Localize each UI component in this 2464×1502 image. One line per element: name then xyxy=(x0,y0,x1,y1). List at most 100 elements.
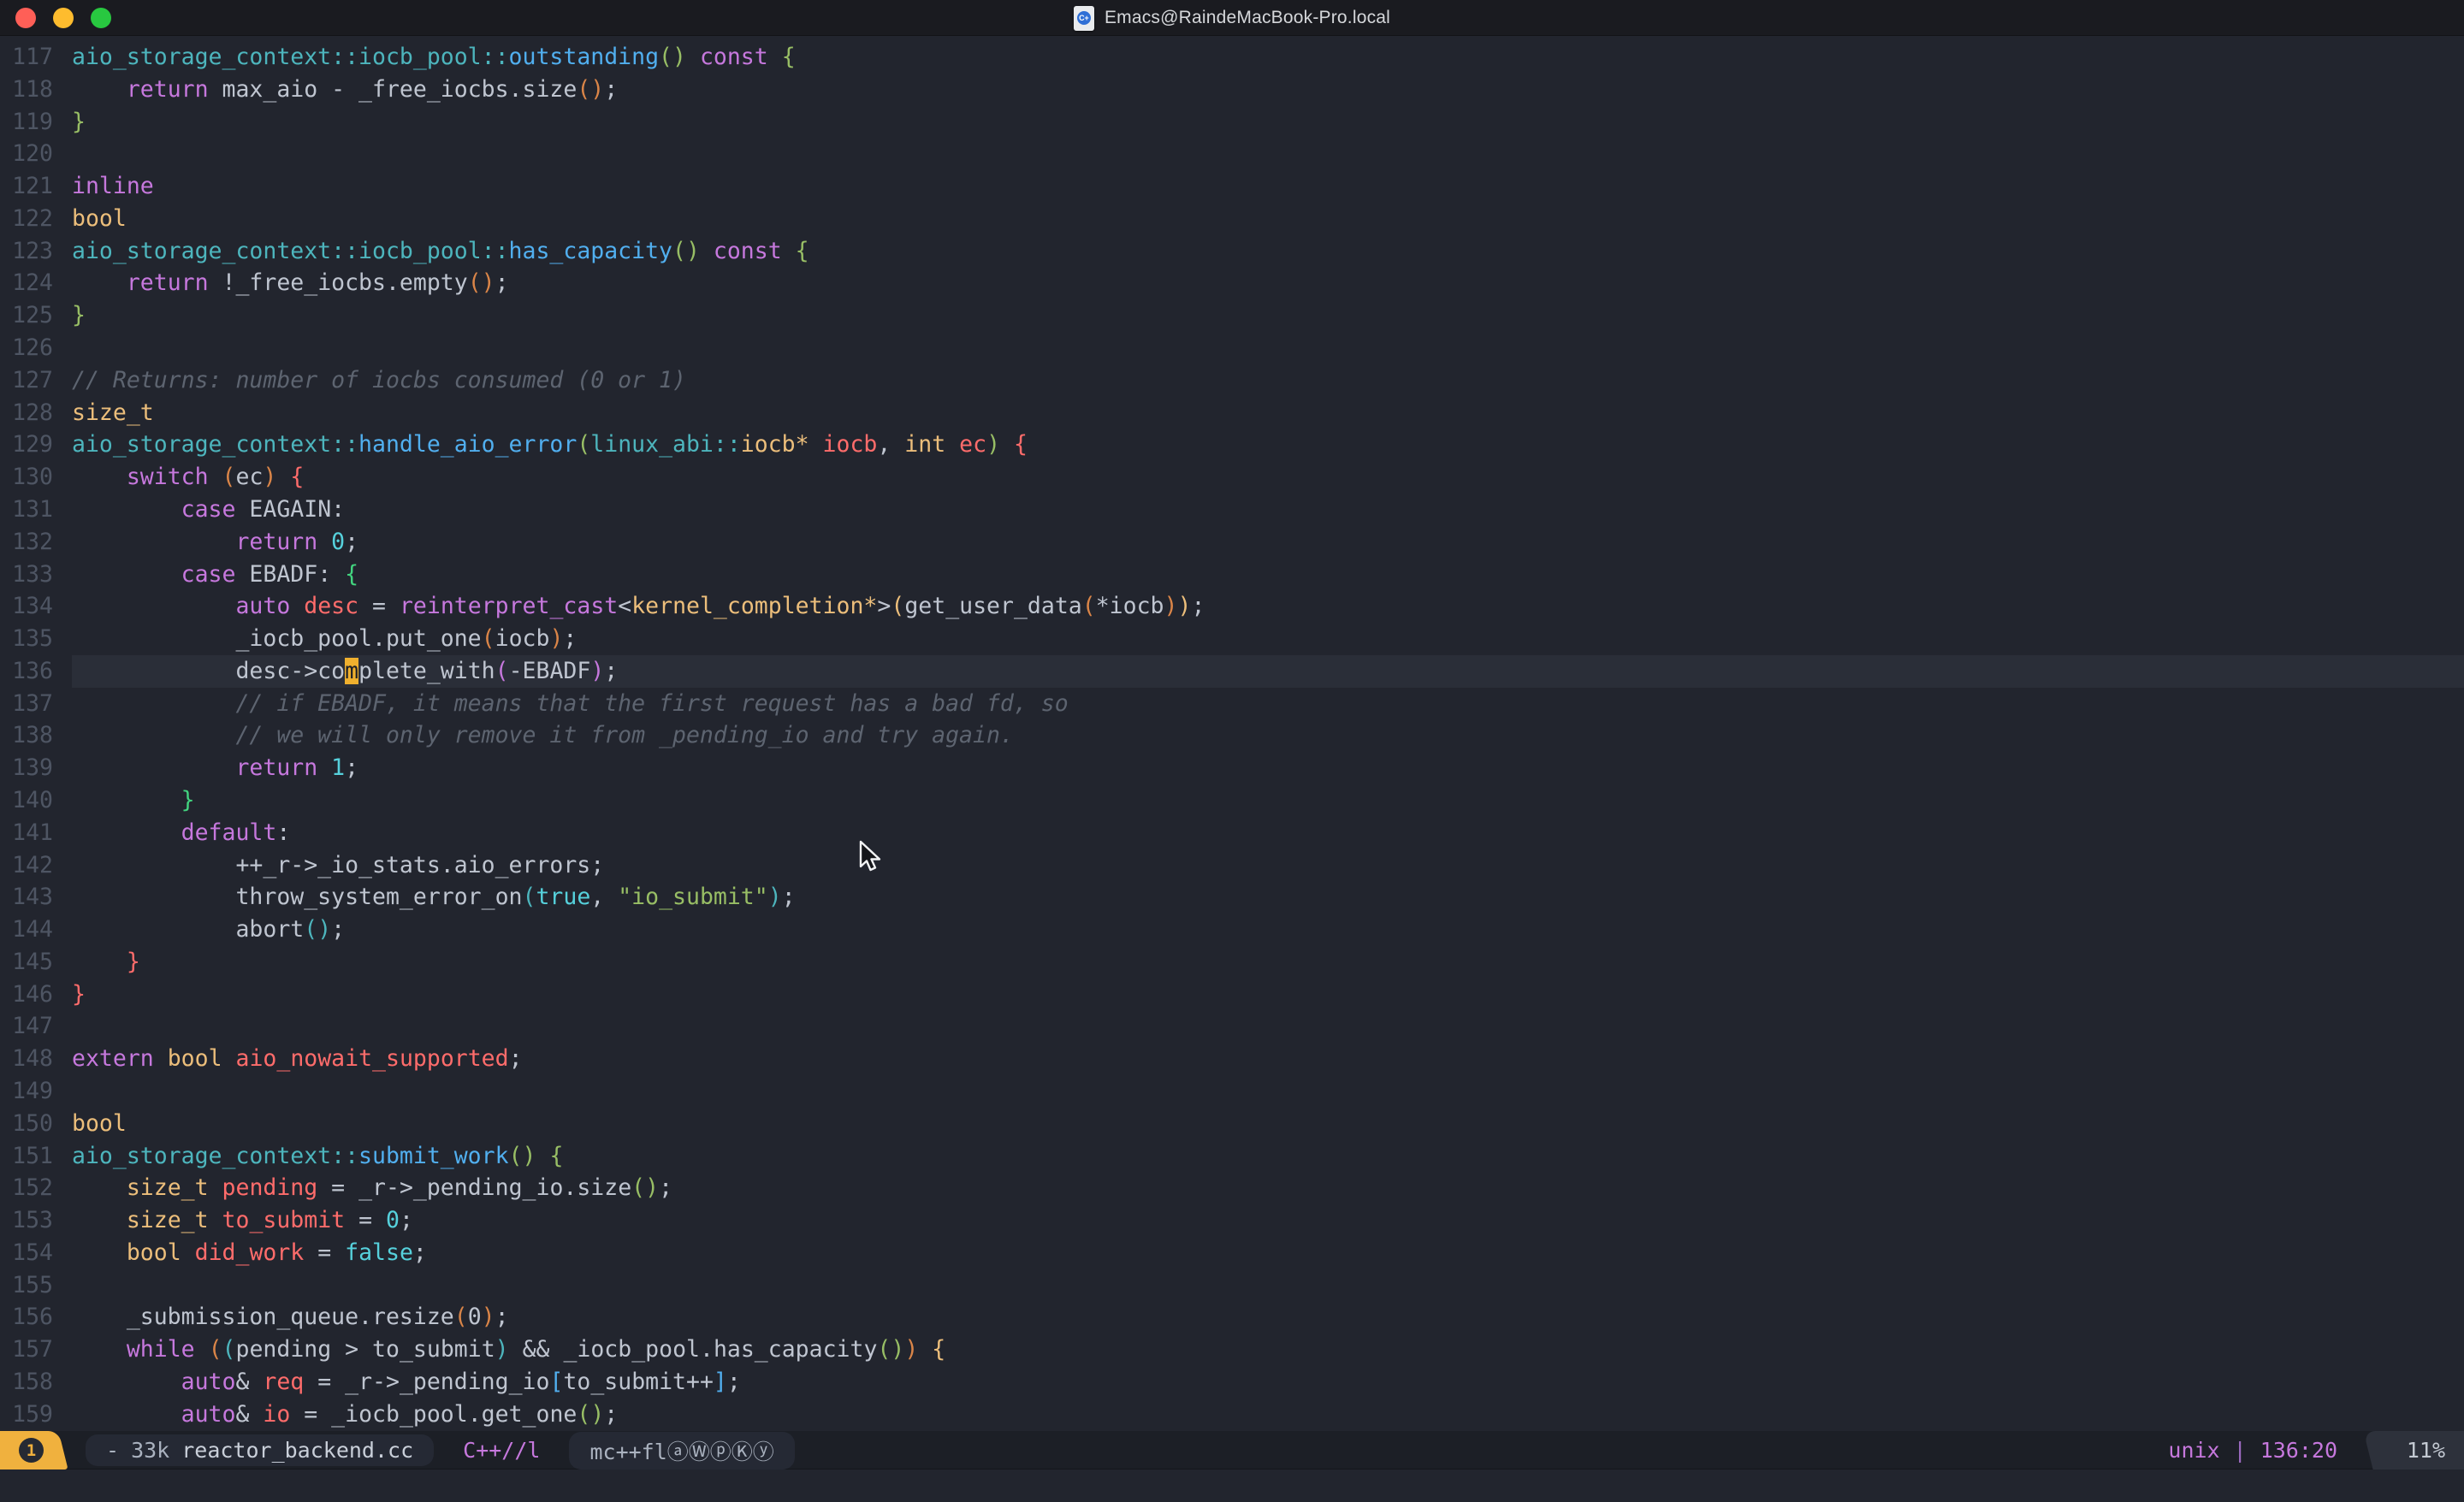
echo-area[interactable] xyxy=(0,1469,2464,1502)
code-line: 131 case EAGAIN: xyxy=(0,494,2464,526)
window-title-group: C+ Emacs@RaindeMacBook-Pro.local xyxy=(0,0,2464,36)
code-text[interactable]: auto& io = _iocb_pool.get_one(); xyxy=(72,1399,2464,1431)
line-number: 151 xyxy=(0,1140,53,1173)
code-text[interactable]: case EBADF: { xyxy=(72,559,2464,591)
code-line: 155 xyxy=(0,1269,2464,1302)
code-line: 158 auto& req = _r->_pending_io[to_submi… xyxy=(0,1366,2464,1399)
code-text[interactable]: throw_system_error_on(true, "io_submit")… xyxy=(72,881,2464,914)
code-line: 146} xyxy=(0,979,2464,1011)
modeline-right: unix | 136:20 11% xyxy=(2168,1431,2464,1469)
major-mode[interactable]: C++//l xyxy=(463,1438,540,1463)
code-text[interactable]: auto desc = reinterpret_cast<kernel_comp… xyxy=(72,590,2464,623)
code-text[interactable]: inline xyxy=(72,170,2464,203)
text-cursor: m xyxy=(345,658,358,684)
code-text[interactable]: } xyxy=(72,784,2464,817)
line-number: 150 xyxy=(0,1108,53,1140)
line-number: 119 xyxy=(0,106,53,139)
code-text[interactable]: return !_free_iocbs.empty(); xyxy=(72,267,2464,299)
code-line: 157 while ((pending > to_submit) && _ioc… xyxy=(0,1333,2464,1366)
code-text[interactable]: switch (ec) { xyxy=(72,461,2464,494)
code-text[interactable]: size_t xyxy=(72,397,2464,429)
code-line: 154 bool did_work = false; xyxy=(0,1237,2464,1269)
code-text[interactable]: bool xyxy=(72,1108,2464,1140)
code-text[interactable]: while ((pending > to_submit) && _iocb_po… xyxy=(72,1333,2464,1366)
line-number: 146 xyxy=(0,979,53,1011)
line-number: 143 xyxy=(0,881,53,914)
line-number: 122 xyxy=(0,203,53,235)
line-number: 148 xyxy=(0,1043,53,1075)
code-text[interactable]: case EAGAIN: xyxy=(72,494,2464,526)
code-text[interactable]: extern bool aio_nowait_supported; xyxy=(72,1043,2464,1075)
traffic-lights xyxy=(15,0,111,36)
code-text[interactable]: return max_aio - _free_iocbs.size(); xyxy=(72,74,2464,106)
code-line: 140 } xyxy=(0,784,2464,817)
window-number-badge: 1 xyxy=(0,1431,74,1469)
line-number: 123 xyxy=(0,235,53,268)
code-text[interactable]: _submission_queue.resize(0); xyxy=(72,1301,2464,1333)
code-text[interactable]: // if EBADF, it means that the first req… xyxy=(72,688,2464,720)
code-text[interactable]: } xyxy=(72,299,2464,332)
code-text[interactable]: _iocb_pool.put_one(iocb); xyxy=(72,623,2464,655)
code-text[interactable]: return 1; xyxy=(72,752,2464,784)
code-line: 119} xyxy=(0,106,2464,139)
code-line: 145 } xyxy=(0,946,2464,979)
window-title: Emacs@RaindeMacBook-Pro.local xyxy=(1105,8,1390,28)
code-line: 156 _submission_queue.resize(0); xyxy=(0,1301,2464,1333)
buffer-name[interactable]: reactor_backend.cc xyxy=(181,1438,413,1463)
code-line: 144 abort(); xyxy=(0,914,2464,946)
position-info: unix | 136:20 xyxy=(2168,1438,2337,1463)
code-line: 137 // if EBADF, it means that the first… xyxy=(0,688,2464,720)
code-text[interactable] xyxy=(72,138,2464,170)
code-line: 132 return 0; xyxy=(0,526,2464,559)
code-text[interactable]: // we will only remove it from _pending_… xyxy=(72,719,2464,752)
zoom-button[interactable] xyxy=(91,8,111,28)
line-number: 129 xyxy=(0,429,53,461)
line-number: 126 xyxy=(0,332,53,364)
code-text[interactable] xyxy=(72,1075,2464,1108)
code-text[interactable]: // Returns: number of iocbs consumed (0 … xyxy=(72,364,2464,397)
code-text[interactable]: aio_storage_context::iocb_pool::outstand… xyxy=(72,41,2464,74)
code-line: 135 _iocb_pool.put_one(iocb); xyxy=(0,623,2464,655)
line-number: 125 xyxy=(0,299,53,332)
line-number: 133 xyxy=(0,559,53,591)
code-text[interactable]: } xyxy=(72,946,2464,979)
line-number: 137 xyxy=(0,688,53,720)
code-line: 118 return max_aio - _free_iocbs.size(); xyxy=(0,74,2464,106)
line-number: 153 xyxy=(0,1204,53,1237)
code-text[interactable] xyxy=(72,1010,2464,1043)
code-text[interactable]: bool did_work = false; xyxy=(72,1237,2464,1269)
code-text[interactable]: aio_storage_context::submit_work() { xyxy=(72,1140,2464,1173)
code-text[interactable]: bool xyxy=(72,203,2464,235)
minimize-button[interactable] xyxy=(53,8,74,28)
code-text[interactable]: return 0; xyxy=(72,526,2464,559)
code-text[interactable]: } xyxy=(72,106,2464,139)
code-text[interactable]: auto& req = _r->_pending_io[to_submit++]… xyxy=(72,1366,2464,1399)
close-button[interactable] xyxy=(15,8,36,28)
code-text[interactable] xyxy=(72,332,2464,364)
code-text[interactable]: aio_storage_context::iocb_pool::has_capa… xyxy=(72,235,2464,268)
code-text[interactable]: desc->complete_with(-EBADF); xyxy=(72,655,2464,688)
line-number: 142 xyxy=(0,849,53,882)
line-number: 136 xyxy=(0,655,53,688)
code-text[interactable]: aio_storage_context::handle_aio_error(li… xyxy=(72,429,2464,461)
code-text[interactable]: size_t to_submit = 0; xyxy=(72,1204,2464,1237)
line-number: 121 xyxy=(0,170,53,203)
line-number: 159 xyxy=(0,1399,53,1431)
code-editor[interactable]: 117aio_storage_context::iocb_pool::outst… xyxy=(0,36,2464,1431)
code-text[interactable]: ++_r->_io_stats.aio_errors; xyxy=(72,849,2464,882)
code-text[interactable]: abort(); xyxy=(72,914,2464,946)
line-number: 145 xyxy=(0,946,53,979)
code-line: 120 xyxy=(0,138,2464,170)
line-number: 128 xyxy=(0,397,53,429)
code-line: 122 bool xyxy=(0,203,2464,235)
code-text[interactable] xyxy=(72,1269,2464,1302)
code-text[interactable]: default: xyxy=(72,817,2464,849)
code-line: 153 size_t to_submit = 0; xyxy=(0,1204,2464,1237)
code-line: 117aio_storage_context::iocb_pool::outst… xyxy=(0,41,2464,74)
code-text[interactable]: } xyxy=(72,979,2464,1011)
code-text[interactable]: size_t pending = _r->_pending_io.size(); xyxy=(72,1172,2464,1204)
line-number: 156 xyxy=(0,1301,53,1333)
code-line: 150 bool xyxy=(0,1108,2464,1140)
line-number: 154 xyxy=(0,1237,53,1269)
cursor-position: 136:20 xyxy=(2260,1438,2337,1463)
